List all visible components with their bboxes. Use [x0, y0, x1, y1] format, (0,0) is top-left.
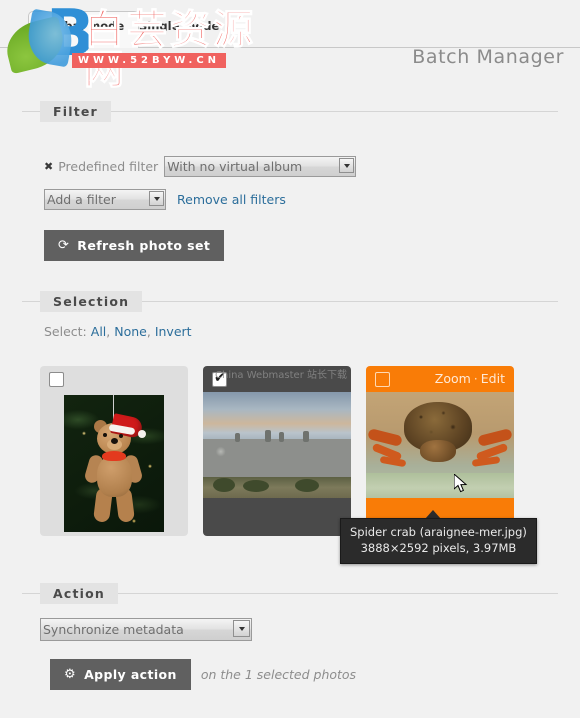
comma-1: ,: [106, 324, 111, 339]
crab-leg-left-2: [379, 455, 407, 468]
selection-legend: Selection: [40, 291, 143, 312]
sky: [203, 392, 351, 443]
bush-3: [295, 478, 319, 492]
bush-1: [213, 477, 235, 492]
select-none-link[interactable]: None: [114, 324, 147, 339]
thumbnail-header: [40, 366, 188, 392]
link-separator: ·: [473, 371, 478, 386]
selection-section: Selection Select: All, None, Invert: [22, 291, 558, 339]
action-legend: Action: [40, 583, 119, 604]
tab-single-mode-label: Single mode: [139, 19, 220, 33]
plate-surface: [366, 472, 514, 498]
thumbnail-grid: Zoom·Edit: [40, 366, 560, 541]
tab-global-mode[interactable]: Global mode: [28, 11, 140, 48]
crab-mouthparts: [420, 440, 456, 462]
bear-body: [97, 455, 132, 497]
cairn-2: [265, 430, 271, 442]
select-all-link[interactable]: All: [91, 324, 107, 339]
select-label: Select:: [44, 324, 87, 339]
tab-single-mode[interactable]: Single mode: [124, 11, 234, 48]
crab-claw-right: [477, 428, 513, 447]
action-section: Action Synchronize metadata ⚙ Apply acti…: [22, 583, 558, 700]
select-shortcuts: Select: All, None, Invert: [44, 324, 558, 339]
mode-tab-bar: Global mode Single mode: [0, 0, 580, 48]
tooltip-details: 3888×2592 pixels, 3.97MB: [360, 541, 517, 556]
predefined-filter-select[interactable]: With no virtual album: [164, 156, 357, 177]
cairn-4: [303, 431, 309, 442]
apply-action-label: Apply action: [84, 667, 177, 682]
thumbnail-checkbox[interactable]: [212, 370, 227, 387]
rock-field: [203, 438, 351, 482]
santa-hat-pompom: [138, 430, 146, 438]
remove-filter-icon[interactable]: ✖: [44, 161, 53, 172]
mouse-cursor-icon: [454, 474, 468, 493]
remove-all-filters-link[interactable]: Remove all filters: [177, 192, 286, 207]
filter-section: Filter ✖ Predefined filter With no virtu…: [22, 101, 558, 271]
thumbnail-stone-cairns[interactable]: [203, 366, 351, 536]
add-filter-select-wrap: Add a filter: [44, 189, 166, 210]
apply-action-note: on the 1 selected photos: [200, 667, 357, 682]
cairn-1: [235, 433, 240, 442]
thumbnail-image-spider-crab: [366, 392, 514, 498]
cairn-3: [279, 432, 284, 442]
red-bow: [102, 451, 126, 461]
refresh-photo-set-label: Refresh photo set: [77, 238, 211, 253]
refresh-icon: ⟳: [58, 238, 70, 253]
refresh-photo-set-button[interactable]: ⟳ Refresh photo set: [44, 230, 225, 261]
page-title: Batch Manager: [412, 46, 564, 68]
action-select-wrap: Synchronize metadata: [40, 618, 252, 641]
thumbnail-action-links: Zoom · Edit: [435, 371, 505, 386]
action-select[interactable]: Synchronize metadata: [40, 618, 252, 641]
bush-2: [243, 479, 269, 492]
gears-icon: ⚙: [64, 667, 77, 682]
filter-legend: Filter: [40, 101, 111, 122]
bear-eye-right: [119, 434, 123, 438]
edit-link[interactable]: Edit: [481, 371, 505, 386]
crab-leg-right-2: [471, 456, 501, 467]
thumbnail-checkbox[interactable]: [375, 372, 390, 387]
thumbnail-christmas-teddy-bear[interactable]: [40, 366, 188, 536]
add-filter-select[interactable]: Add a filter: [44, 189, 166, 210]
tab-global-mode-label: Global mode: [43, 19, 125, 33]
predefined-filter-select-wrap: With no virtual album: [164, 156, 357, 177]
thumbnail-image-stone-cairns: [203, 392, 351, 498]
thumbnail-header: Zoom · Edit: [366, 366, 514, 392]
photo-info-tooltip: Spider crab (araignee-mer.jpg) 3888×2592…: [340, 518, 537, 564]
tooltip-title: Spider crab (araignee-mer.jpg): [350, 525, 527, 539]
apply-action-button[interactable]: ⚙ Apply action: [50, 659, 191, 690]
thumbnail-image-teddy-bear: [64, 395, 164, 532]
predefined-filter-label: Predefined filter: [58, 159, 159, 174]
select-invert-link[interactable]: Invert: [155, 324, 192, 339]
crab-claw-left: [367, 428, 403, 447]
bear-nose: [111, 438, 118, 444]
bear-eye-left: [103, 433, 107, 437]
thumbnail-header: [203, 366, 351, 392]
thumbnail-checkbox[interactable]: [49, 372, 64, 387]
watermark-url: WWW.52BYW.CN: [72, 53, 227, 68]
zoom-link[interactable]: Zoom: [435, 371, 471, 386]
comma-2: ,: [146, 324, 151, 339]
